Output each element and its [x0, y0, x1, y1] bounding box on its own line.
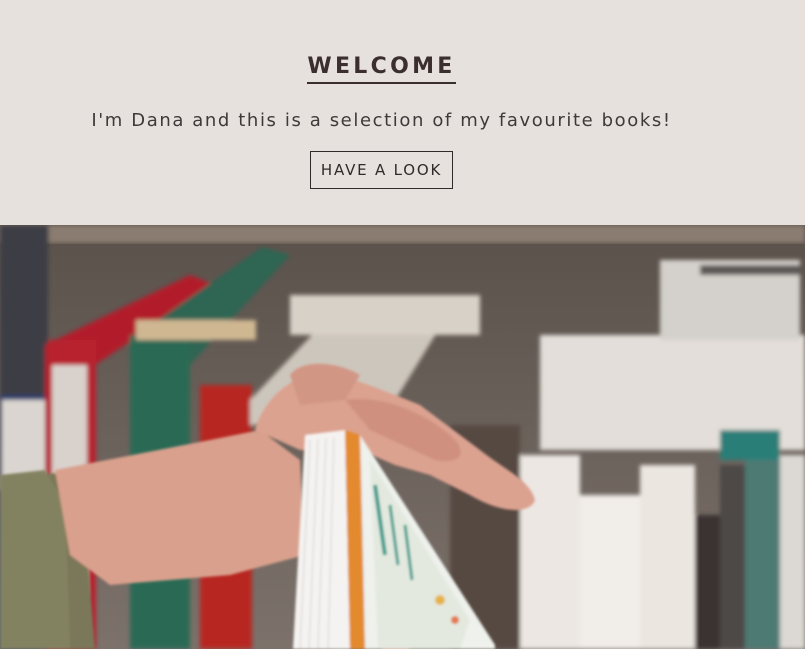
bookshelf-image	[0, 225, 805, 649]
page: WELCOME I'm Dana and this is a selection…	[0, 0, 805, 649]
hero-tagline: I'm Dana and this is a selection of my f…	[91, 110, 672, 131]
welcome-title: WELCOME	[307, 53, 456, 84]
welcome-heading: WELCOME	[0, 53, 763, 84]
have-a-look-button[interactable]: HAVE A LOOK	[310, 151, 453, 189]
bookshelf-photo	[0, 225, 805, 649]
hero-section: WELCOME I'm Dana and this is a selection…	[0, 0, 805, 225]
